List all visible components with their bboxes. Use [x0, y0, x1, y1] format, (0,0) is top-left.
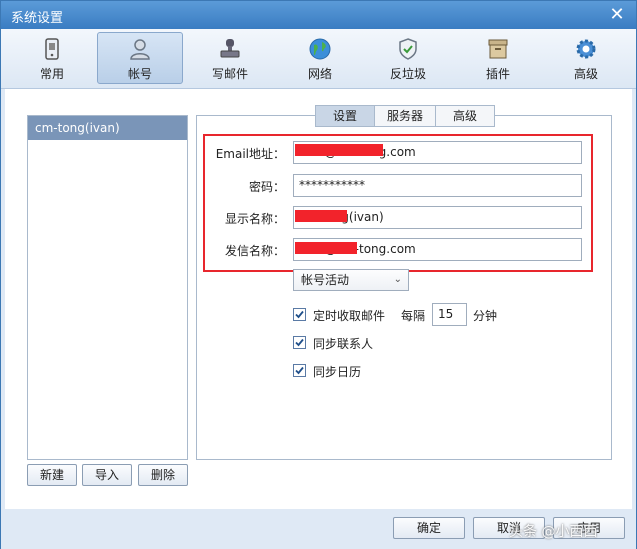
tool-plugins[interactable]: 插件 [455, 32, 541, 84]
tab-advanced[interactable]: 高级 [435, 105, 495, 127]
sync-contacts-checkbox[interactable] [293, 336, 306, 349]
category-toolbar: 常用 帐号 写邮件 网络 反垃圾 插件 高级 [1, 29, 636, 89]
sync-calendar-checkbox[interactable] [293, 364, 306, 377]
account-list: cm-tong(ivan) [27, 115, 188, 460]
tool-plugins-label: 插件 [485, 67, 510, 81]
checkmark-icon [295, 310, 304, 319]
settings-content: cm-tong(ivan) 新建 导入 删除 设置 服务器 高级 Email地址… [5, 89, 632, 509]
tool-advanced[interactable]: 高级 [543, 32, 629, 84]
user-icon [130, 39, 150, 60]
globe-icon [309, 38, 331, 60]
sync-contacts-label: 同步联系人 [313, 337, 374, 351]
tool-antispam[interactable]: 反垃圾 [365, 32, 451, 84]
tool-general-label: 常用 [39, 67, 64, 81]
box-icon [488, 39, 508, 59]
gear-icon [576, 39, 596, 59]
auto-receive-label: 定时收取邮件 [313, 309, 386, 323]
tool-account-label: 帐号 [127, 67, 152, 81]
tool-compose[interactable]: 写邮件 [187, 32, 273, 84]
checkmark-icon [295, 366, 304, 375]
tool-antispam-label: 反垃圾 [389, 67, 426, 81]
shield-icon [399, 38, 417, 60]
tab-settings[interactable]: 设置 [315, 105, 375, 127]
title-bar: 系统设置 ✕ [1, 1, 636, 29]
device-icon [45, 38, 59, 60]
delete-account-button[interactable]: 删除 [138, 464, 188, 486]
stamp-icon [220, 39, 240, 58]
tool-compose-label: 写邮件 [211, 67, 248, 81]
interval-input[interactable]: 15 [432, 303, 467, 326]
account-status-select[interactable]: 帐号活动 ⌄ [293, 269, 409, 291]
account-list-item[interactable]: cm-tong(ivan) [28, 116, 187, 140]
tool-account[interactable]: 帐号 [97, 32, 183, 84]
chevron-down-icon: ⌄ [393, 274, 402, 285]
tool-network[interactable]: 网络 [277, 32, 363, 84]
account-status-value: 帐号活动 [301, 273, 350, 287]
auto-receive-checkbox[interactable] [293, 308, 306, 321]
settings-window: 系统设置 ✕ 常用 帐号 写邮件 网络 反垃圾 插件 高级 cm-tong(iv… [0, 0, 637, 549]
close-icon[interactable]: ✕ [606, 4, 628, 26]
tool-network-label: 网络 [307, 67, 332, 81]
window-title: 系统设置 [11, 11, 64, 26]
interval-prefix-label: 每隔 [401, 309, 426, 323]
interval-unit-label: 分钟 [473, 309, 498, 323]
highlight-box [203, 134, 593, 272]
import-account-button[interactable]: 导入 [82, 464, 132, 486]
tool-general[interactable]: 常用 [9, 32, 95, 84]
tab-server[interactable]: 服务器 [374, 105, 436, 127]
new-account-button[interactable]: 新建 [27, 464, 77, 486]
ok-button[interactable]: 确定 [393, 517, 465, 539]
sync-calendar-label: 同步日历 [313, 365, 362, 379]
watermark-text: 头条 @小西西 [509, 524, 598, 540]
tool-advanced-label: 高级 [573, 67, 598, 81]
checkmark-icon [295, 338, 304, 347]
